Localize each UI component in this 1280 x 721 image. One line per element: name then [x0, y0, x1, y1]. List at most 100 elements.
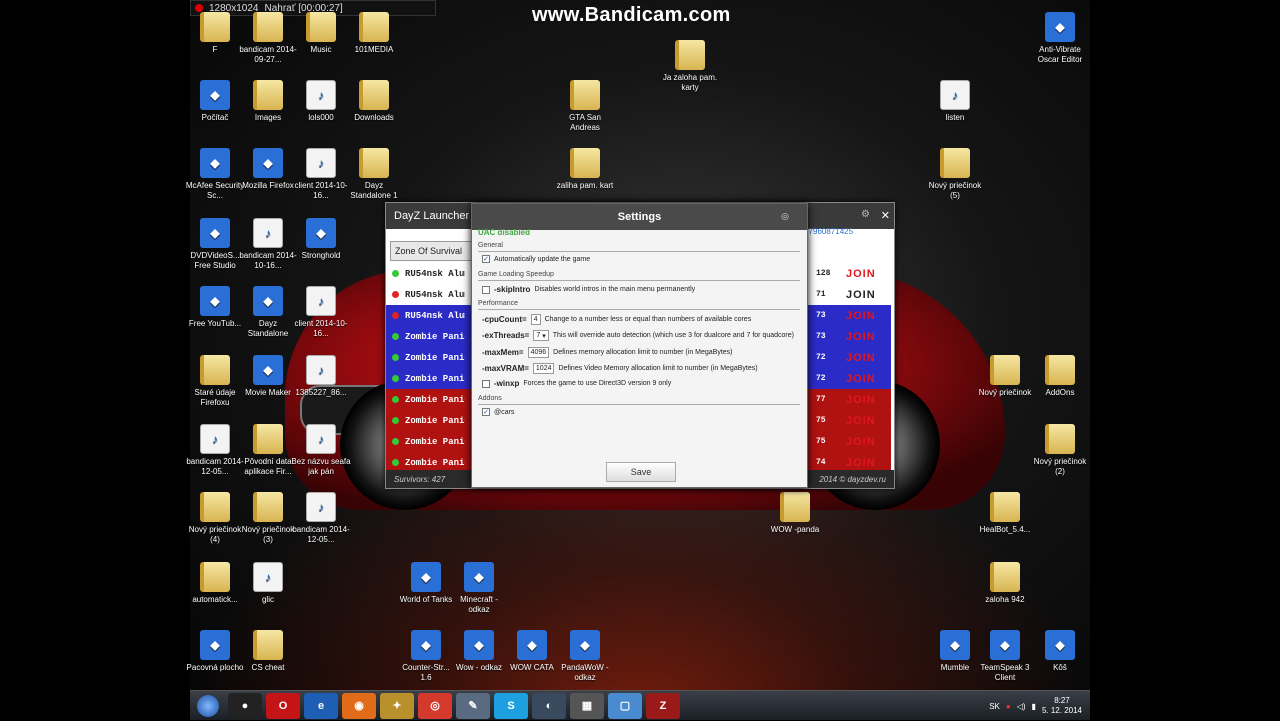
- taskbar-firefox-icon[interactable]: ◉: [342, 692, 376, 719]
- join-button[interactable]: JOIN: [846, 331, 876, 343]
- desktop-icon[interactable]: CS cheat: [238, 630, 298, 673]
- desktop-icon[interactable]: ◆ TeamSpeak 3 Client: [975, 630, 1035, 683]
- tray-network-icon[interactable]: ▮: [1032, 702, 1036, 711]
- tray-record-icon[interactable]: ●: [1006, 702, 1011, 711]
- checkbox-icon[interactable]: [482, 379, 490, 388]
- desktop-icon[interactable]: ♪ 1385227_86...: [291, 355, 351, 398]
- taskbar-dayz-icon[interactable]: Z: [646, 692, 680, 719]
- desktop-icon[interactable]: ◆ World of Tanks: [396, 562, 456, 605]
- desktop-icon[interactable]: bandicam 2014-09-27...: [238, 12, 298, 65]
- desktop-icon[interactable]: AddOns: [1030, 355, 1090, 398]
- desktop-icon[interactable]: ♪ bandicam 2014-12-05...: [185, 424, 245, 477]
- taskbar-teamspeak-icon[interactable]: ◐: [532, 692, 566, 719]
- status-dot-icon: [392, 417, 399, 424]
- join-button[interactable]: JOIN: [846, 415, 876, 427]
- taskbar-opera-icon[interactable]: O: [266, 692, 300, 719]
- desktop-icon[interactable]: ◆ Counter-Str... 1.6: [396, 630, 456, 683]
- taskbar-window-icon[interactable]: ▢: [608, 692, 642, 719]
- desktop-icon[interactable]: ♪ bandicam 2014-12-05...: [291, 492, 351, 545]
- desktop-icon[interactable]: zaliha pam. kart: [555, 148, 615, 191]
- desktop-icon[interactable]: ◆ PandaWoW - odkaz: [555, 630, 615, 683]
- desktop-icon[interactable]: Staré údaje Firefoxu: [185, 355, 245, 408]
- desktop-icon[interactable]: Downloads: [344, 80, 404, 123]
- option-winxp[interactable]: -winxp Forces the game to use Direct3D v…: [482, 379, 671, 388]
- desktop-icon[interactable]: ◆ Free YouTub...: [185, 286, 245, 329]
- join-button[interactable]: JOIN: [846, 352, 876, 364]
- option-auto-update[interactable]: ✓ Automatically update the game: [482, 255, 590, 263]
- maxmem-input[interactable]: 4096: [527, 347, 550, 358]
- desktop-icon[interactable]: automatick...: [185, 562, 245, 605]
- desktop-icon[interactable]: ♪ listen: [925, 80, 985, 123]
- app-icon: ◆: [990, 630, 1020, 660]
- desktop-icon[interactable]: Nový priečinok (3): [238, 492, 298, 545]
- taskbar-bandicam-icon[interactable]: ●: [228, 692, 262, 719]
- desktop-icon[interactable]: ♪ glic: [238, 562, 298, 605]
- join-button[interactable]: JOIN: [846, 289, 876, 301]
- tab-zone-of-survival[interactable]: Zone Of Survival: [390, 241, 480, 261]
- taskbar-ie-icon[interactable]: e: [304, 692, 338, 719]
- desktop-icon[interactable]: WOW -panda: [765, 492, 825, 535]
- tray-volume-icon[interactable]: ◁): [1017, 702, 1026, 711]
- desktop-icon[interactable]: ◆ DVDVideoS... Free Studio: [185, 218, 245, 271]
- folder-icon: [675, 40, 705, 70]
- checkbox-checked-icon[interactable]: ✓: [482, 408, 490, 416]
- desktop-icon[interactable]: ◆ Wow - odkaz: [449, 630, 509, 673]
- taskbar-movie-icon[interactable]: ▦: [570, 692, 604, 719]
- desktop-icon[interactable]: F: [185, 12, 245, 55]
- close-icon[interactable]: ✕: [881, 209, 890, 222]
- join-button[interactable]: JOIN: [846, 457, 876, 469]
- clock[interactable]: 8:27 5. 12. 2014: [1042, 696, 1082, 716]
- desktop-icon[interactable]: ◆ Počítač: [185, 80, 245, 123]
- desktop-icon[interactable]: Nový priečinok: [975, 355, 1035, 398]
- desktop-icon[interactable]: ♪ Bez názvu seafa jak pán: [291, 424, 351, 477]
- desktop-icon[interactable]: Pôvodní data aplikace Fir...: [238, 424, 298, 477]
- join-button[interactable]: JOIN: [846, 436, 876, 448]
- taskbar-paint-icon[interactable]: ✎: [456, 692, 490, 719]
- desktop-icon[interactable]: HealBot_5.4...: [975, 492, 1035, 535]
- gear-icon[interactable]: ⚙: [861, 209, 870, 220]
- desktop-icon[interactable]: ◆ Mozilla Firefox: [238, 148, 298, 191]
- taskbar-chrome-icon[interactable]: ◎: [418, 692, 452, 719]
- desktop-icon[interactable]: ◆ McAfee Security Sc...: [185, 148, 245, 201]
- desktop-icon[interactable]: zaloha 942: [975, 562, 1035, 605]
- join-button[interactable]: JOIN: [846, 310, 876, 322]
- join-button[interactable]: JOIN: [846, 394, 876, 406]
- desktop-icon[interactable]: ◆ Dayz Standalone: [238, 286, 298, 339]
- taskbar-skype-icon[interactable]: S: [494, 692, 528, 719]
- checkbox-icon[interactable]: [482, 285, 490, 294]
- desktop-icon[interactable]: ◆ Stronghold: [291, 218, 351, 261]
- join-button[interactable]: JOIN: [846, 268, 876, 280]
- desktop-icon[interactable]: Ja zaloha pam. karty: [660, 40, 720, 93]
- desktop-icon[interactable]: Dayz Standalone 1: [344, 148, 404, 201]
- desktop-icon[interactable]: ◆ Pacovná plocho: [185, 630, 245, 673]
- desktop-icon[interactable]: Nový priečinok (2): [1030, 424, 1090, 477]
- option-cars[interactable]: ✓ @cars: [482, 408, 514, 416]
- desktop-icon[interactable]: Music: [291, 12, 351, 55]
- maxvram-input[interactable]: 1024: [532, 363, 555, 374]
- exthreads-select[interactable]: 7 ▾: [533, 330, 549, 341]
- gear-icon[interactable]: ◎: [781, 211, 789, 222]
- desktop-icon[interactable]: ♪ bandicam 2014-10-16...: [238, 218, 298, 271]
- desktop-icon[interactable]: Nový priečinok (5): [925, 148, 985, 201]
- desktop-icon[interactable]: ♪ client 2014-10-16...: [291, 286, 351, 339]
- desktop-icon[interactable]: ◆ Movie Maker: [238, 355, 298, 398]
- desktop-icon[interactable]: ◆ Kôš: [1030, 630, 1090, 673]
- start-button[interactable]: [190, 692, 226, 720]
- desktop-icon[interactable]: ◆ Anti-Vibrate Oscar Editor: [1030, 12, 1090, 65]
- desktop-icon[interactable]: ♪ lols000: [291, 80, 351, 123]
- join-button[interactable]: JOIN: [846, 373, 876, 385]
- desktop-icon[interactable]: ◆ WOW CATA: [502, 630, 562, 673]
- language-indicator[interactable]: SK: [989, 702, 1000, 711]
- desktop-icon[interactable]: Nový priečinok (4): [185, 492, 245, 545]
- cpucount-input[interactable]: 4: [530, 314, 541, 325]
- option-skipintro[interactable]: -skipIntro Disables world intros in the …: [482, 285, 695, 294]
- desktop-icon[interactable]: Images: [238, 80, 298, 123]
- desktop-icon[interactable]: ♪ client 2014-10-16...: [291, 148, 351, 201]
- desktop-icon[interactable]: ◆ Minecraft - odkaz: [449, 562, 509, 615]
- desktop-icon-label: Counter-Str... 1.6: [402, 663, 450, 682]
- desktop-icon[interactable]: 101MEDIA: [344, 12, 404, 55]
- checkbox-checked-icon[interactable]: ✓: [482, 255, 490, 263]
- save-button[interactable]: Save: [606, 462, 676, 482]
- desktop-icon[interactable]: GTA San Andreas: [555, 80, 615, 133]
- taskbar-oscar-icon[interactable]: ✦: [380, 692, 414, 719]
